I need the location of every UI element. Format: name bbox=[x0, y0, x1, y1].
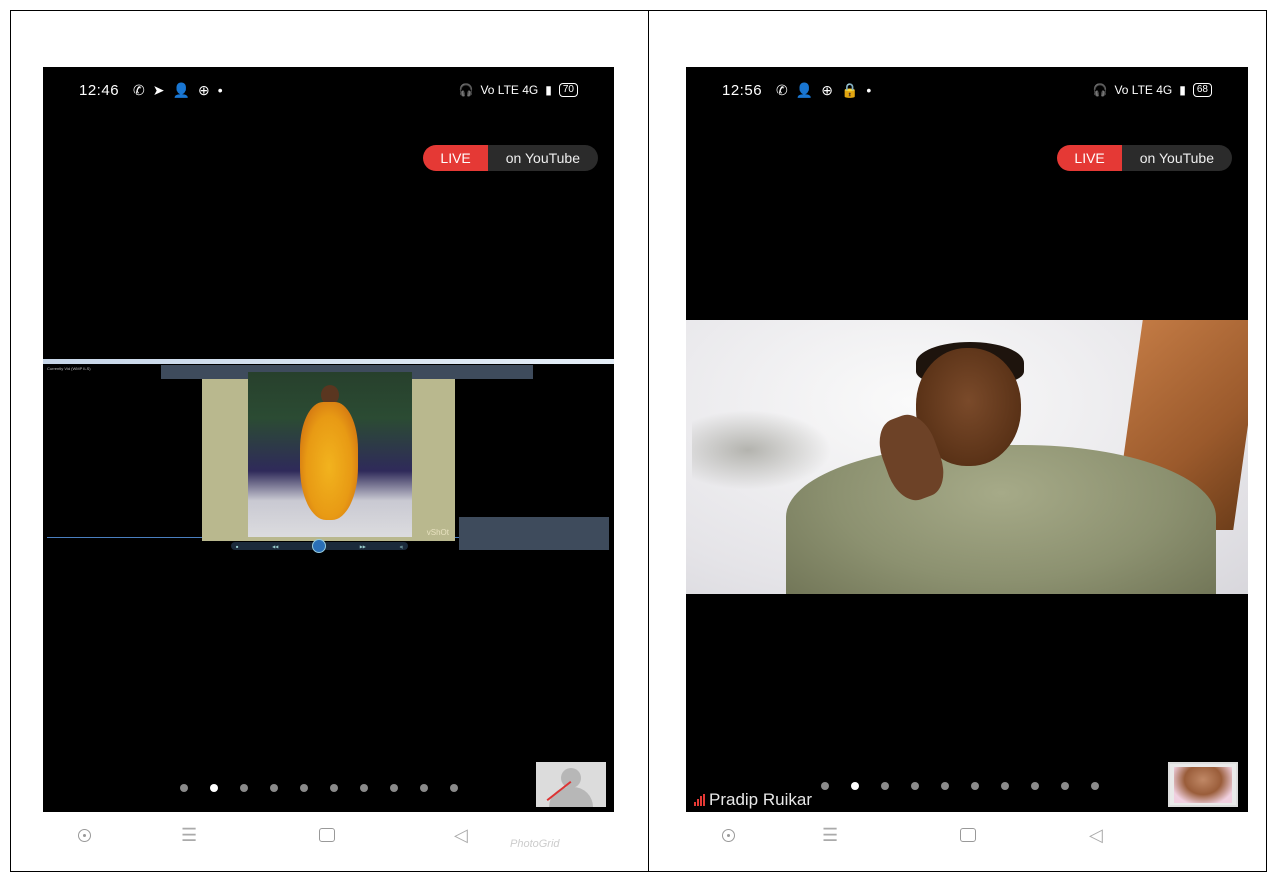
page-dot[interactable] bbox=[300, 784, 308, 792]
page-dot[interactable] bbox=[360, 784, 368, 792]
page-dot[interactable] bbox=[1001, 782, 1009, 790]
headphones-icon: 🎧 bbox=[458, 83, 474, 97]
person-icon: 👤 bbox=[795, 81, 814, 98]
participant-name: Pradip Ruikar bbox=[709, 790, 812, 809]
telegram-icon: ➤ bbox=[152, 81, 165, 98]
back-icon[interactable]: ◁ bbox=[1089, 825, 1103, 846]
participant-video bbox=[686, 320, 1248, 594]
notification-dot-icon: • bbox=[217, 81, 223, 98]
page-dot[interactable] bbox=[881, 782, 889, 790]
video-plant bbox=[692, 410, 832, 490]
whatsapp-icon: ✆ bbox=[133, 81, 145, 98]
status-bar: 12:56 ✆ 👤 ⊕ 🔒 • 🎧 Vo LTE 4G ▮ 68 bbox=[722, 81, 1212, 99]
network-label: Vo LTE 4G bbox=[480, 83, 539, 97]
page-dot[interactable] bbox=[390, 784, 398, 792]
battery-icon: 70 bbox=[558, 83, 578, 97]
self-video-thumbnail[interactable] bbox=[536, 762, 606, 807]
menu-icon[interactable]: ☰ bbox=[822, 825, 838, 846]
lock-icon: 🔒 bbox=[840, 81, 859, 98]
column-divider bbox=[648, 10, 649, 872]
page-dot[interactable] bbox=[240, 784, 248, 792]
assistant-icon[interactable] bbox=[722, 828, 735, 842]
participant-name-label: Pradip Ruikar bbox=[694, 790, 812, 810]
page-dot[interactable] bbox=[1091, 782, 1099, 790]
page-indicator[interactable] bbox=[821, 782, 1099, 790]
dancer-costume bbox=[300, 402, 358, 520]
person-icon: 👤 bbox=[172, 81, 190, 98]
menu-icon[interactable]: ☰ bbox=[181, 825, 197, 846]
status-bar: 12:46 ✆ ➤ 👤 ⊕ • 🎧 Vo LTE 4G ▮ 70 bbox=[79, 81, 578, 99]
page-dot[interactable] bbox=[1031, 782, 1039, 790]
page-dot-active[interactable] bbox=[851, 782, 859, 790]
shared-screen: Currently Vid (WMP ILS) vShOt ■ ◀◀ ▶▶ ◂) bbox=[43, 357, 614, 554]
page-dot[interactable] bbox=[1061, 782, 1069, 790]
whatsapp-icon: ✆ bbox=[776, 81, 788, 98]
shared-side-panel bbox=[459, 517, 609, 550]
right-phone-screen: 12:56 ✆ 👤 ⊕ 🔒 • 🎧 Vo LTE 4G ▮ 68 LIVE on… bbox=[686, 67, 1248, 812]
signal-icon: ▮ bbox=[545, 83, 552, 97]
stop-icon[interactable]: ■ bbox=[236, 544, 238, 549]
live-label: LIVE bbox=[1057, 145, 1122, 171]
avatar-body bbox=[549, 787, 593, 807]
page-dot[interactable] bbox=[971, 782, 979, 790]
right-nav-bar: ☰ ◁ bbox=[722, 820, 1262, 850]
self-video-thumbnail[interactable] bbox=[1168, 762, 1238, 807]
connection-signal-icon bbox=[694, 794, 705, 806]
live-on-youtube-badge[interactable]: LIVE on YouTube bbox=[1057, 145, 1232, 171]
page-dot[interactable] bbox=[941, 782, 949, 790]
shared-window-titlebar bbox=[43, 359, 614, 364]
signal-icon: ▮ bbox=[1179, 83, 1186, 97]
dancer-video bbox=[248, 372, 412, 537]
shared-window-title: Currently Vid (WMP ILS) bbox=[47, 366, 91, 371]
app-icon: ⊕ bbox=[821, 81, 833, 98]
back-icon[interactable]: ◁ bbox=[454, 825, 468, 846]
rewind-icon[interactable]: ◀◀ bbox=[272, 544, 278, 549]
page-dot[interactable] bbox=[911, 782, 919, 790]
home-icon[interactable] bbox=[960, 828, 976, 842]
platform-label: on YouTube bbox=[487, 145, 598, 171]
status-time: 12:46 bbox=[79, 81, 120, 99]
page-dot[interactable] bbox=[330, 784, 338, 792]
media-player-controls[interactable]: ■ ◀◀ ▶▶ ◂) bbox=[231, 539, 408, 553]
page-dot[interactable] bbox=[450, 784, 458, 792]
page-dot[interactable] bbox=[420, 784, 428, 792]
live-on-youtube-badge[interactable]: LIVE on YouTube bbox=[423, 145, 598, 171]
live-label: LIVE bbox=[423, 145, 488, 171]
page-dot-active[interactable] bbox=[210, 784, 218, 792]
play-button[interactable] bbox=[312, 539, 327, 553]
home-icon[interactable] bbox=[319, 828, 335, 842]
forward-icon[interactable]: ▶▶ bbox=[360, 544, 366, 549]
volume-icon[interactable]: ◂) bbox=[400, 544, 403, 549]
platform-label: on YouTube bbox=[1121, 145, 1232, 171]
participant-body bbox=[786, 445, 1216, 594]
network-label: Vo LTE 4G bbox=[1114, 83, 1173, 97]
page-dot[interactable] bbox=[180, 784, 188, 792]
left-phone-screen: 12:46 ✆ ➤ 👤 ⊕ • 🎧 Vo LTE 4G ▮ 70 LIVE on… bbox=[43, 67, 614, 812]
self-video-image bbox=[1174, 767, 1232, 803]
page-dot[interactable] bbox=[821, 782, 829, 790]
page-indicator[interactable] bbox=[180, 784, 458, 792]
photogrid-watermark: PhotoGrid bbox=[510, 838, 560, 850]
battery-icon: 68 bbox=[1192, 83, 1212, 97]
video-frame: vShOt bbox=[202, 372, 455, 541]
app-icon: ⊕ bbox=[197, 81, 210, 98]
headphones-icon: 🎧 bbox=[1092, 83, 1108, 97]
video-overlay-text: vShOt bbox=[426, 528, 449, 537]
assistant-icon[interactable] bbox=[78, 828, 91, 842]
notification-dot-icon: • bbox=[866, 81, 872, 98]
page-dot[interactable] bbox=[270, 784, 278, 792]
status-time: 12:56 bbox=[722, 81, 763, 99]
